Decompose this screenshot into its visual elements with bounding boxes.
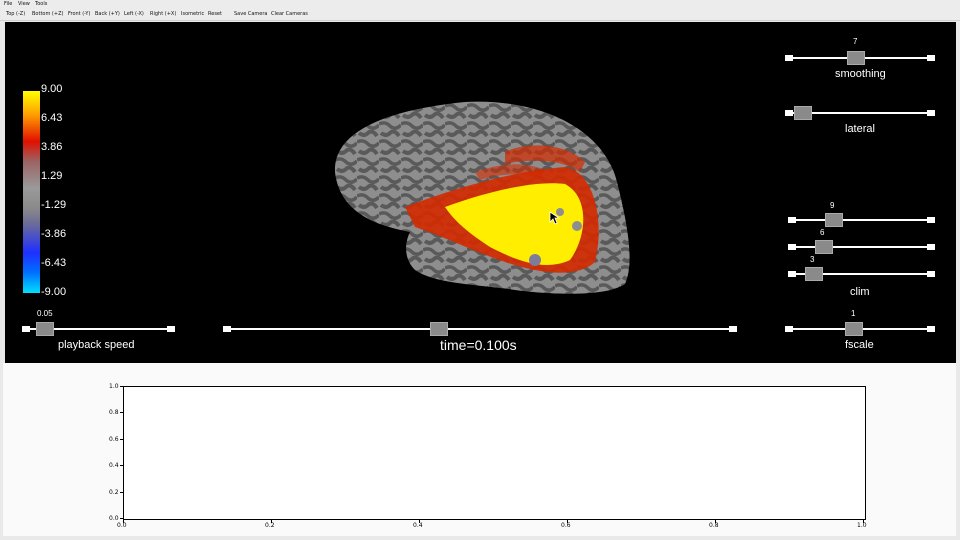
fscale-label: fscale [845, 339, 874, 351]
time-slider-track[interactable] [229, 328, 731, 330]
x-tick-label: 0.0 [117, 522, 127, 529]
save-camera-button[interactable]: Save Camera [234, 11, 267, 17]
y-tick-label: 1.0 [109, 383, 119, 390]
x-tick-label: 1.0 [857, 522, 867, 529]
y-tickmark [120, 518, 123, 519]
y-tickmark [120, 386, 123, 387]
view-top-button[interactable]: Top (-Z) [6, 11, 25, 17]
lateral-slider-handle[interactable] [794, 106, 812, 120]
playback-slider-handle[interactable] [36, 322, 54, 336]
time-slider-handle[interactable] [430, 322, 448, 336]
brain-surface[interactable] [5, 22, 956, 363]
y-tickmark [120, 412, 123, 413]
y-tickmark [120, 465, 123, 466]
x-tick-label: 0.2 [265, 522, 275, 529]
lateral-slider-end [927, 110, 935, 116]
view-left-button[interactable]: Left (-X) [124, 11, 144, 17]
view-back-button[interactable]: Back (+Y) [95, 11, 120, 17]
plot-axes[interactable] [123, 386, 866, 520]
x-tick-label: 0.8 [709, 522, 719, 529]
clear-cameras-button[interactable]: Clear Cameras [271, 11, 308, 17]
fscale-value: 1 [851, 309, 856, 318]
menu-tools[interactable]: Tools [35, 1, 47, 7]
fscale-slider-handle[interactable] [845, 322, 863, 336]
clim-low-slider-end [927, 271, 935, 277]
y-tickmark [120, 492, 123, 493]
fscale-slider-end [927, 326, 935, 332]
x-tick-label: 0.4 [413, 522, 423, 529]
clim-label: clim [850, 286, 870, 298]
lateral-slider-track[interactable] [791, 112, 931, 114]
clim-high-slider-track[interactable] [794, 219, 931, 221]
playback-slider-end [167, 326, 175, 332]
playback-speed-label: playback speed [58, 339, 135, 351]
render-viewport[interactable]: 9.00 6.43 3.86 1.29 -1.29 -3.86 -6.43 -9… [5, 22, 956, 363]
menu-view[interactable]: View [18, 1, 30, 7]
toolbar: Top (-Z) Bottom (+Z) Front (-Y) Back (+Y… [0, 9, 960, 21]
trace-plot-panel: 1.0 0.8 0.6 0.4 0.2 0.0 0.0 0.2 0.4 0.6 … [3, 363, 956, 536]
clim-mid-value: 6 [820, 228, 825, 237]
clim-low-slider-handle[interactable] [805, 267, 823, 281]
clim-mid-slider-end [927, 244, 935, 250]
smoothing-slider-handle[interactable] [847, 51, 865, 65]
time-label: time=0.100s [440, 337, 517, 353]
reset-button[interactable]: Reset [208, 11, 222, 17]
playback-speed-value: 0.05 [37, 309, 53, 318]
menu-file[interactable]: File [4, 1, 12, 7]
view-right-button[interactable]: Right (+X) [150, 11, 176, 17]
y-tick-label: 0.8 [109, 409, 119, 416]
menu-bar: File View Tools [0, 0, 960, 9]
y-tickmark [120, 439, 123, 440]
lateral-label: lateral [845, 123, 875, 135]
x-tick-label: 0.6 [561, 522, 571, 529]
clim-high-slider-handle[interactable] [825, 213, 843, 227]
view-isometric-button[interactable]: Isometric [181, 11, 204, 17]
smoothing-slider-end [927, 55, 935, 61]
y-tick-label: 0.0 [109, 515, 119, 522]
clim-high-slider-end [927, 217, 935, 223]
clim-mid-slider-handle[interactable] [815, 240, 833, 254]
clim-high-value: 9 [830, 201, 835, 210]
time-slider-end [729, 326, 737, 332]
view-bottom-button[interactable]: Bottom (+Z) [32, 11, 63, 17]
y-tick-label: 0.4 [109, 462, 119, 469]
y-tick-label: 0.2 [109, 489, 119, 496]
clim-low-value: 3 [810, 255, 815, 264]
view-front-button[interactable]: Front (-Y) [68, 11, 90, 17]
smoothing-value: 7 [853, 37, 858, 46]
y-tick-label: 0.6 [109, 436, 119, 443]
smoothing-label: smoothing [835, 68, 886, 80]
